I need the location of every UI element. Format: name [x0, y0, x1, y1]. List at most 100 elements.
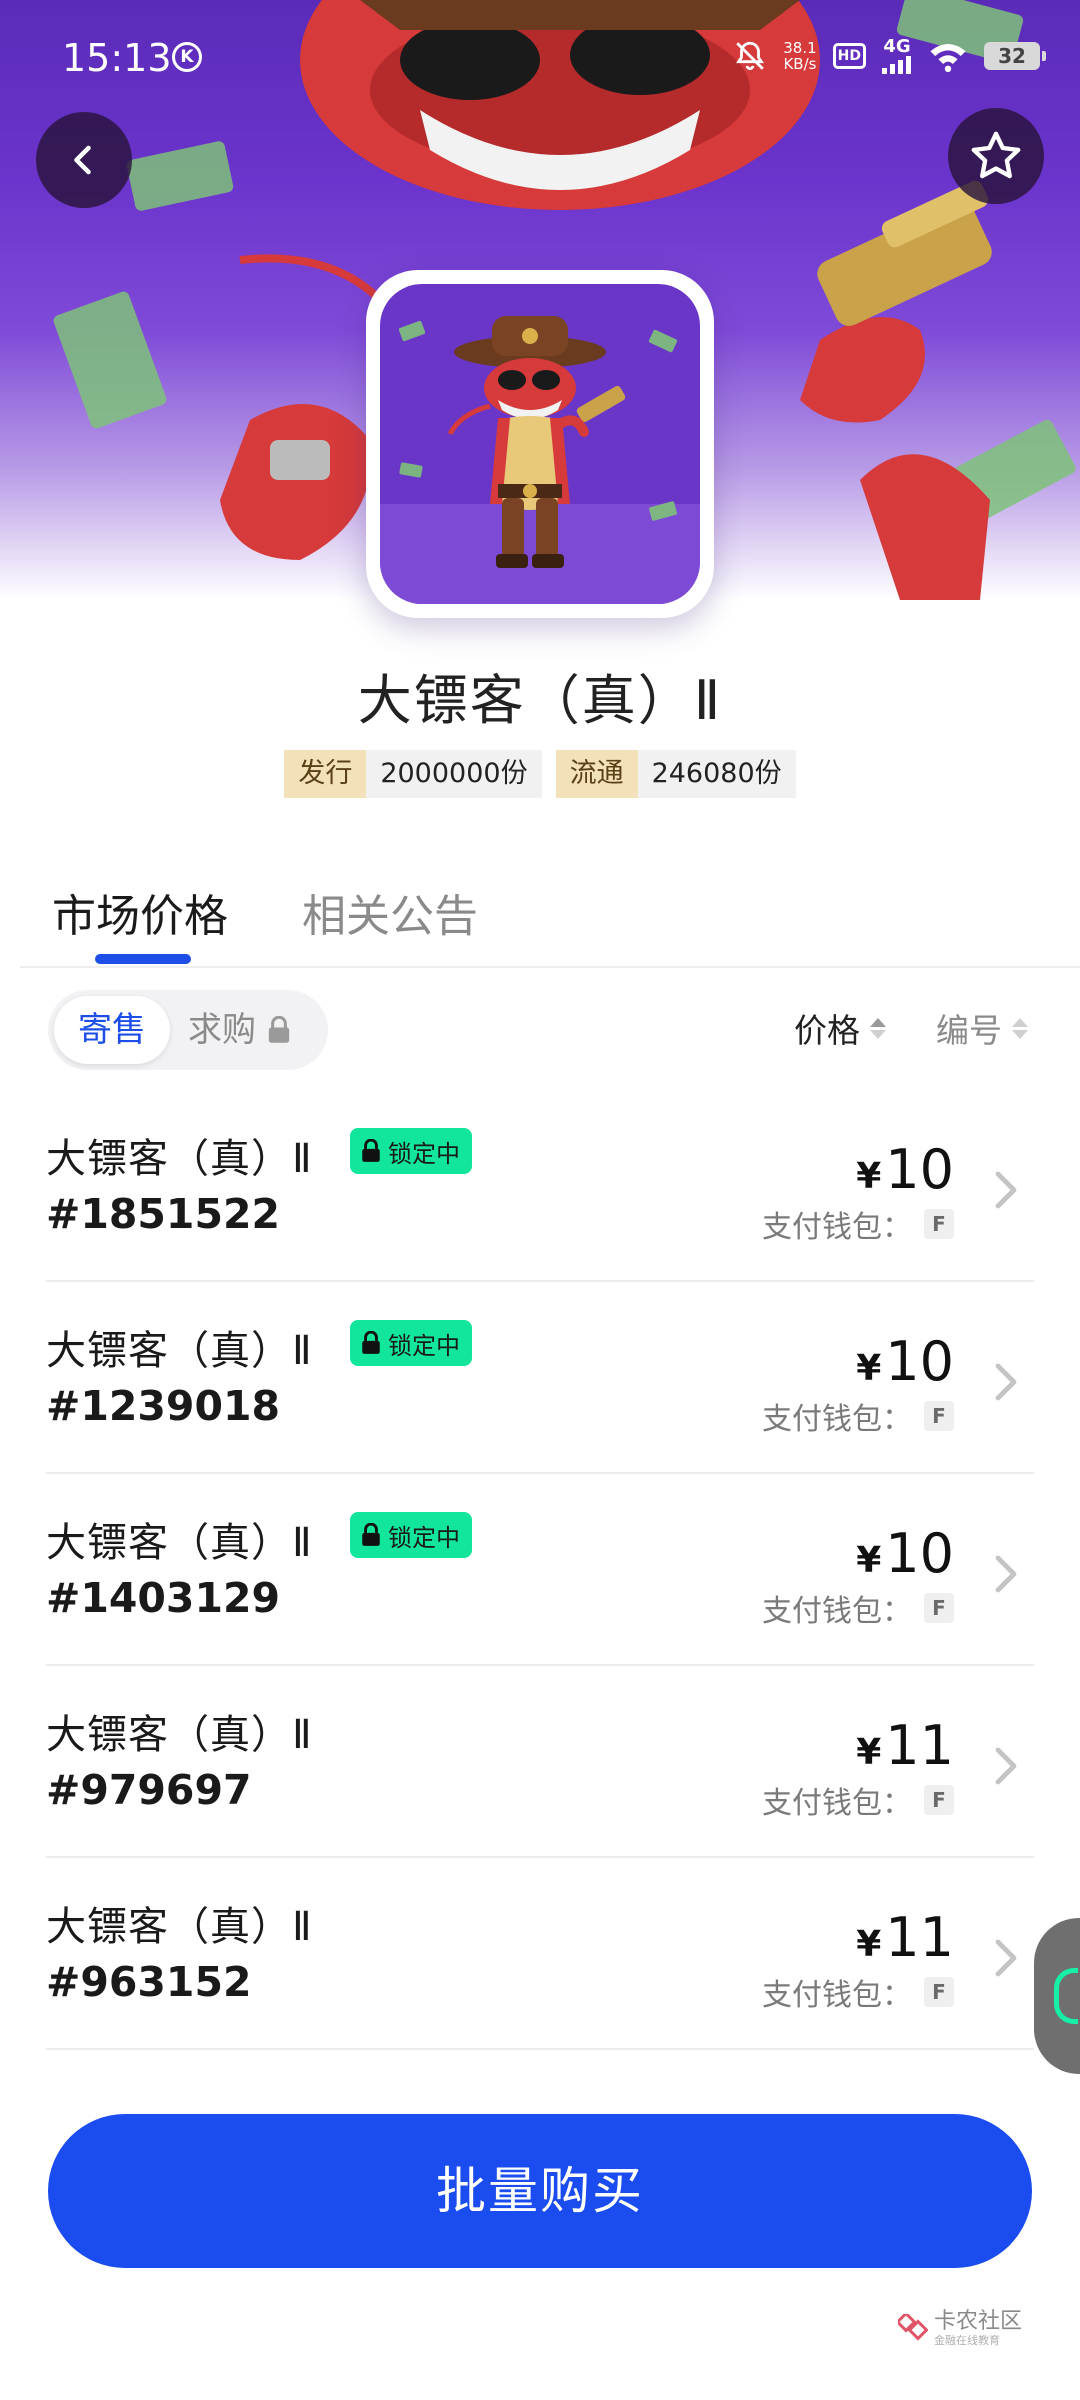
issue-chip: 发行 2000000份: [284, 750, 542, 798]
issue-value: 2000000份: [366, 750, 542, 798]
listing-name: 大镖客（真）Ⅱ: [46, 1328, 313, 1374]
lock-icon: [362, 1139, 380, 1162]
listing-price: ¥ 11: [856, 1714, 954, 1777]
k-app-icon: K: [172, 42, 202, 72]
battery-icon: 32: [984, 42, 1046, 70]
collectible-thumbnail[interactable]: [366, 270, 714, 618]
price-value: 11: [885, 1714, 954, 1777]
chevron-right-icon: [995, 1555, 1017, 1593]
pay-wallet: 支付钱包： F: [762, 1586, 954, 1630]
locked-badge: 锁定中: [350, 1512, 472, 1558]
pay-wallet-label: 支付钱包：: [762, 1594, 912, 1629]
locked-badge-label: 锁定中: [388, 1331, 460, 1360]
network-type: 4G: [883, 36, 911, 57]
bulk-buy-button[interactable]: 批量购买: [48, 2114, 1032, 2268]
watermark-logo-icon: [898, 2313, 928, 2341]
watermark-subtext: 金融在线教育: [934, 2334, 1000, 2347]
mute-bell-icon: [736, 41, 765, 71]
side-handle-icon: [1054, 1968, 1078, 2024]
net-speed-value: 38.1: [783, 39, 817, 57]
pay-wallet: 支付钱包： F: [762, 1970, 954, 2014]
chevron-right-icon: [995, 1747, 1017, 1785]
listing-serial: #1403129: [46, 1574, 281, 1622]
currency-symbol: ¥: [856, 1732, 882, 1773]
pay-wallet: 支付钱包： F: [762, 1778, 954, 1822]
pay-method-badge: F: [924, 1593, 954, 1623]
listing-name: 大镖客（真）Ⅱ: [46, 1712, 313, 1758]
price-value: 10: [885, 1138, 954, 1201]
locked-badge: 锁定中: [350, 1320, 472, 1366]
price-value: 10: [885, 1330, 954, 1393]
currency-symbol: ¥: [856, 1348, 882, 1389]
row-divider: [46, 2048, 1034, 2050]
listing-price: ¥ 10: [856, 1330, 954, 1393]
sort-price-label: 价格: [794, 1011, 860, 1050]
currency-symbol: ¥: [856, 1924, 882, 1965]
listing-price: ¥ 10: [856, 1522, 954, 1585]
price-value: 10: [885, 1522, 954, 1585]
tabs-divider: [20, 966, 1080, 968]
listing-row[interactable]: 大镖客（真）Ⅱ #963152 ¥ 11 支付钱包： F: [0, 1858, 1080, 2050]
tab-market-price[interactable]: 市场价格: [52, 880, 228, 944]
sort-by-price[interactable]: 价格: [794, 1004, 886, 1052]
sort-arrows-icon: [1012, 1017, 1028, 1039]
pay-wallet: 支付钱包： F: [762, 1202, 954, 1246]
locked-badge-label: 锁定中: [388, 1523, 460, 1552]
collectible-title: 大镖客（真）Ⅱ: [357, 669, 723, 732]
status-indicators: 38.1 KB/s HD 4G 32: [733, 34, 1046, 78]
chevron-right-icon: [995, 1171, 1017, 1209]
cellular-signal: 4G: [882, 38, 912, 74]
locked-badge-label: 锁定中: [388, 1139, 460, 1168]
seek-label: 求购: [188, 1010, 256, 1050]
back-button[interactable]: [36, 112, 132, 208]
lock-icon: [362, 1523, 380, 1546]
tab-announcements[interactable]: 相关公告: [302, 880, 478, 944]
net-speed-unit: KB/s: [783, 55, 817, 73]
pay-wallet: 支付钱包： F: [762, 1394, 954, 1438]
status-bar: 15:13 K 38.1 KB/s HD 4G 32: [0, 0, 1080, 118]
watermark: 卡农社区 金融在线教育: [898, 2310, 1022, 2347]
network-speed: 38.1 KB/s: [783, 40, 816, 72]
lock-icon: [362, 1331, 380, 1354]
supply-stats: 发行 2000000份 流通 246080份: [0, 750, 1080, 798]
floating-side-handle[interactable]: [1034, 1918, 1080, 2074]
pay-wallet-label: 支付钱包：: [762, 1978, 912, 2013]
wifi-icon: [930, 44, 966, 72]
chevron-left-icon: [74, 145, 91, 175]
listing-serial: #1239018: [46, 1382, 281, 1430]
circulation-chip: 流通 246080份: [555, 750, 796, 798]
listing-serial: #963152: [46, 1958, 252, 2006]
listing-row[interactable]: 大镖客（真）Ⅱ 锁定中 #1239018 ¥ 10 支付钱包： F: [0, 1282, 1080, 1474]
circulation-label: 流通: [555, 750, 638, 798]
screen: 15:13 K 38.1 KB/s HD 4G 32 大镖客（真）Ⅱ 发行 20…: [0, 0, 1080, 2400]
pay-wallet-label: 支付钱包：: [762, 1210, 912, 1245]
consign-toggle[interactable]: 寄售: [54, 996, 170, 1064]
pay-method-badge: F: [924, 1977, 954, 2007]
chevron-right-icon: [995, 1363, 1017, 1401]
sort-by-number[interactable]: 编号: [936, 1004, 1028, 1052]
listing-row[interactable]: 大镖客（真）Ⅱ #979697 ¥ 11 支付钱包： F: [0, 1666, 1080, 1858]
status-time: 15:13: [62, 36, 172, 80]
trade-type-toggle: 寄售 求购: [48, 990, 328, 1070]
seek-toggle[interactable]: 求购: [188, 996, 292, 1064]
lock-icon: [268, 1016, 290, 1043]
listing-name: 大镖客（真）Ⅱ: [46, 1136, 313, 1182]
sort-number-label: 编号: [936, 1011, 1002, 1050]
listing-name: 大镖客（真）Ⅱ: [46, 1904, 313, 1950]
pay-method-badge: F: [924, 1401, 954, 1431]
sort-arrows-icon: [870, 1017, 886, 1039]
active-tab-indicator: [95, 954, 191, 964]
listing-price: ¥ 10: [856, 1138, 954, 1201]
issue-label: 发行: [284, 750, 367, 798]
content-tabs: 市场价格 相关公告: [0, 870, 1080, 970]
listing-serial: #979697: [46, 1766, 252, 1814]
circulation-value: 246080份: [637, 750, 796, 798]
pay-wallet-label: 支付钱包：: [762, 1402, 912, 1437]
listing-serial: #1851522: [46, 1190, 281, 1238]
favorite-button[interactable]: [948, 108, 1044, 204]
listing-price: ¥ 11: [856, 1906, 954, 1969]
currency-symbol: ¥: [856, 1540, 882, 1581]
collectible-image: [380, 284, 700, 604]
listing-row[interactable]: 大镖客（真）Ⅱ 锁定中 #1403129 ¥ 10 支付钱包： F: [0, 1474, 1080, 1666]
listing-row[interactable]: 大镖客（真）Ⅱ 锁定中 #1851522 ¥ 10 支付钱包： F: [0, 1090, 1080, 1282]
